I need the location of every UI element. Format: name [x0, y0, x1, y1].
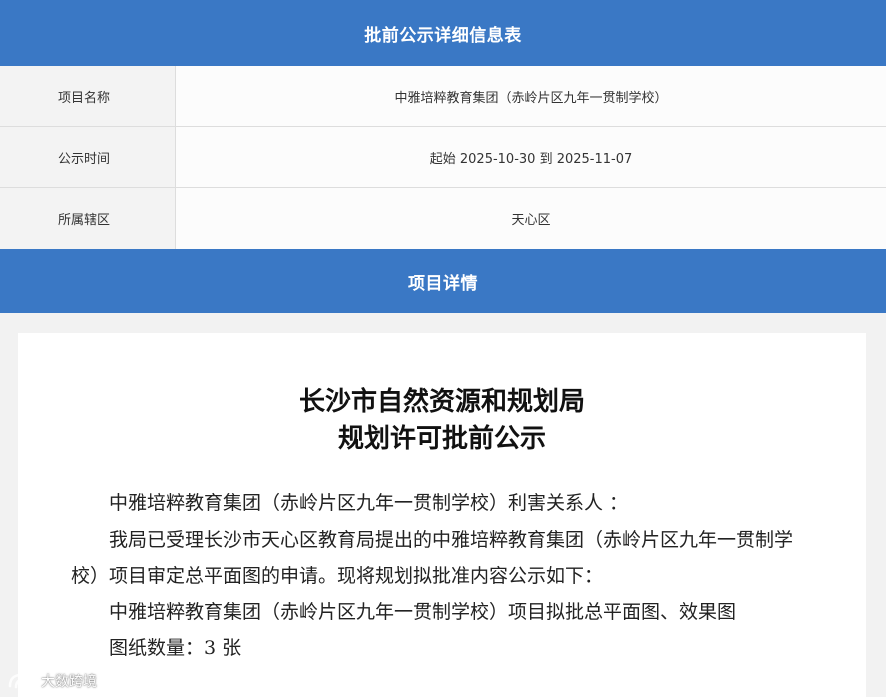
watermark: 大数跨境 — [6, 671, 97, 691]
info-row-publicity-period: 公示时间 起始 2025-10-30 到 2025-11-07 — [0, 127, 886, 188]
info-table: 项目名称 中雅培粹教育集团（赤岭片区九年一贯制学校） 公示时间 起始 2025-… — [0, 66, 886, 249]
notice-title-line-2: 规划许可批前公示 — [337, 424, 546, 454]
project-detail-title: 项目详情 — [408, 273, 478, 294]
info-label: 项目名称 — [0, 66, 176, 126]
watermark-text: 大数跨境 — [41, 674, 97, 690]
info-table-title: 批前公示详细信息表 — [364, 25, 522, 46]
notice-paragraph: 我局已受理长沙市天心区教育局提出的中雅培粹教育集团（赤岭片区九年一贯制学校）项目… — [71, 529, 794, 587]
notice-document: 长沙市自然资源和规划局 规划许可批前公示 中雅培粹教育集团（赤岭片区九年一贯制学… — [18, 333, 866, 697]
notice-title: 长沙市自然资源和规划局 规划许可批前公示 — [18, 333, 866, 458]
info-row-project-name: 项目名称 中雅培粹教育集团（赤岭片区九年一贯制学校） — [0, 66, 886, 127]
dashuju-logo-icon — [6, 671, 38, 691]
info-value: 起始 2025-10-30 到 2025-11-07 — [176, 127, 886, 187]
info-value: 天心区 — [176, 188, 886, 249]
project-detail-area[interactable]: 长沙市自然资源和规划局 规划许可批前公示 中雅培粹教育集团（赤岭片区九年一贯制学… — [0, 313, 886, 697]
notice-paragraph: 图纸数量：3 张 — [109, 637, 242, 659]
info-table-header: 批前公示详细信息表 — [0, 0, 886, 66]
notice-paragraph: 中雅培粹教育集团（赤岭片区九年一贯制学校）项目拟批总平面图、效果图 — [109, 601, 737, 623]
info-label: 所属辖区 — [0, 188, 176, 249]
info-row-district: 所属辖区 天心区 — [0, 188, 886, 249]
page: 批前公示详细信息表 项目名称 中雅培粹教育集团（赤岭片区九年一贯制学校） 公示时… — [0, 0, 886, 699]
info-label: 公示时间 — [0, 127, 176, 187]
notice-body: 中雅培粹教育集团（赤岭片区九年一贯制学校）利害关系人 ： 我局已受理长沙市天心区… — [18, 458, 866, 666]
notice-title-line-1: 长沙市自然资源和规划局 — [298, 387, 585, 417]
project-detail-header: 项目详情 — [0, 249, 886, 313]
info-value: 中雅培粹教育集团（赤岭片区九年一贯制学校） — [176, 66, 886, 126]
notice-addressee: 中雅培粹教育集团（赤岭片区九年一贯制学校）利害关系人 ： — [109, 492, 629, 514]
